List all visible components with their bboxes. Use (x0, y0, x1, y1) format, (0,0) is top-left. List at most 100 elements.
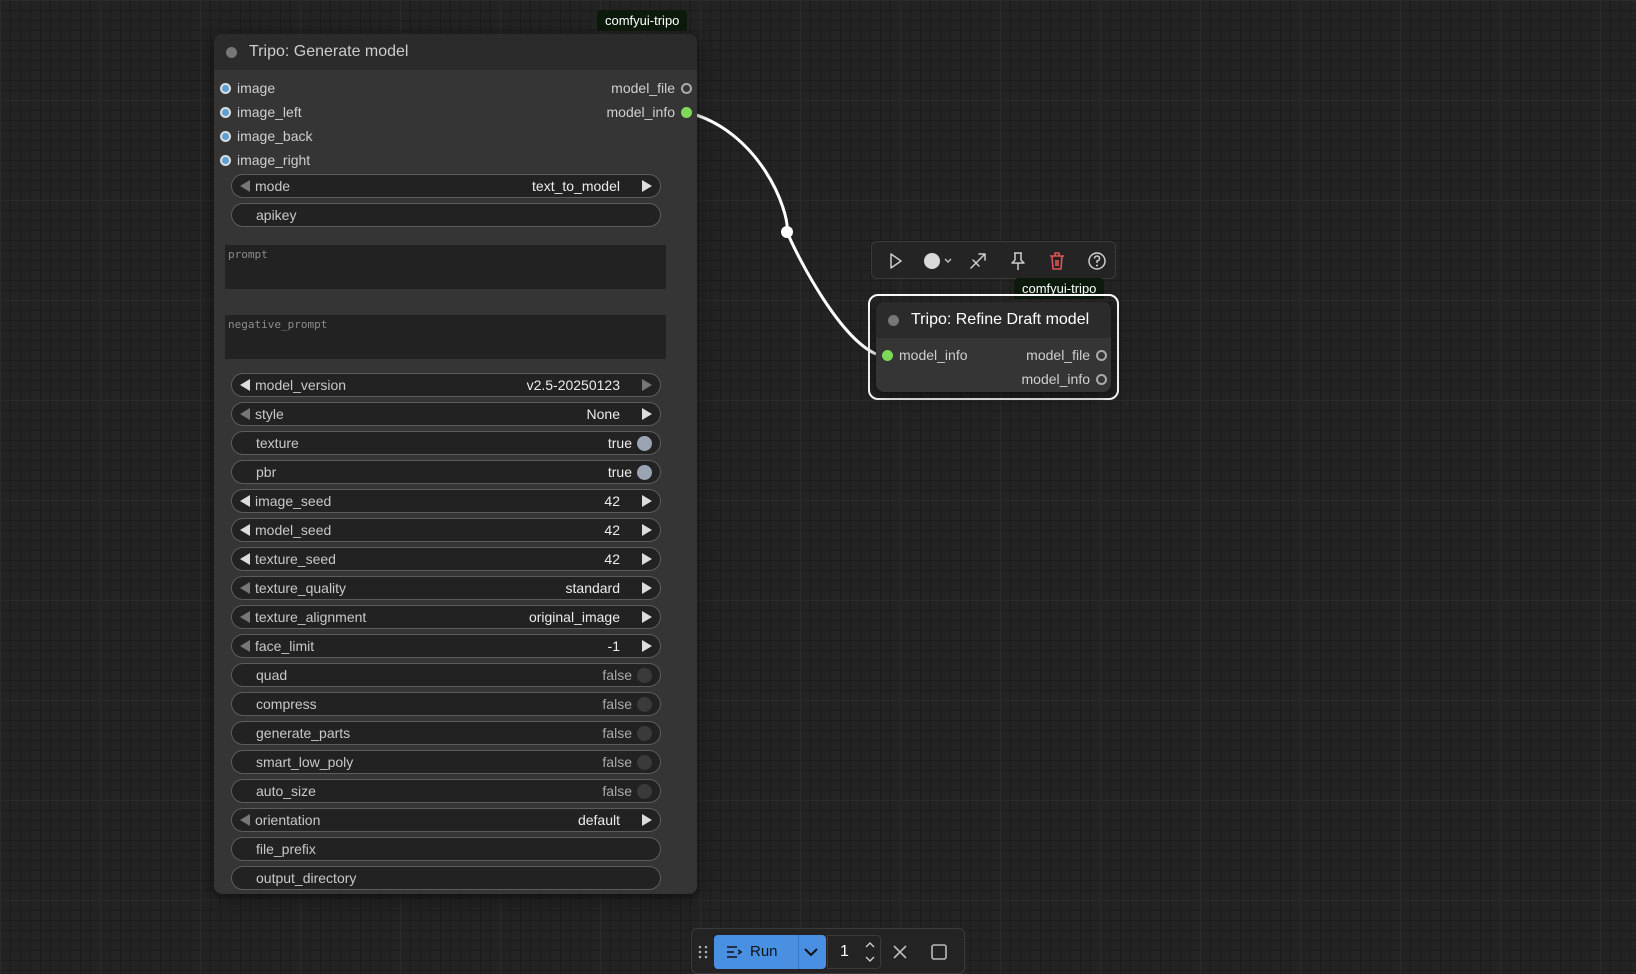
widget-pbr[interactable]: pbr true (231, 460, 661, 484)
link-midpoint[interactable] (781, 226, 793, 238)
decrement-arrow-icon[interactable] (240, 524, 250, 536)
node-title-bar[interactable]: Tripo: Generate model (214, 34, 697, 70)
node-tripo-generate-model[interactable]: Tripo: Generate model image image_left i… (214, 34, 697, 894)
decrement-arrow-icon[interactable] (240, 640, 250, 652)
negative-prompt-placeholder: negative_prompt (228, 318, 328, 331)
queue-count-input[interactable]: 1 (827, 935, 881, 969)
trash-icon[interactable] (1046, 250, 1068, 272)
decrement-arrow-icon[interactable] (240, 611, 250, 623)
widget-image-seed[interactable]: image_seed 42 (231, 489, 661, 513)
decrement-arrow-icon[interactable] (240, 408, 250, 420)
run-toolbar: Run 1 (691, 928, 965, 974)
widget-orientation[interactable]: orientation default (231, 808, 661, 832)
widget-label: smart_low_poly (256, 754, 354, 770)
widget-value: text_to_model (532, 178, 620, 194)
widget-apikey[interactable]: apikey (231, 203, 661, 227)
input-slot-icon[interactable] (220, 83, 231, 94)
decrement-arrow-icon[interactable] (240, 814, 250, 826)
widget-mode[interactable]: mode text_to_model (231, 174, 661, 198)
toggle-knob-icon[interactable] (637, 784, 652, 799)
increment-arrow-icon[interactable] (642, 553, 652, 565)
increment-arrow-icon[interactable] (642, 408, 652, 420)
widget-texture-quality[interactable]: texture_quality standard (231, 576, 661, 600)
chevron-down-small-icon[interactable] (864, 954, 876, 964)
decrement-arrow-icon[interactable] (240, 495, 250, 507)
widget-generate-parts[interactable]: generate_parts false (231, 721, 661, 745)
increment-arrow-icon[interactable] (642, 379, 652, 391)
widget-value: false (602, 783, 632, 799)
widget-output-directory[interactable]: output_directory (231, 866, 661, 890)
widget-compress[interactable]: compress false (231, 692, 661, 716)
widget-value: 42 (604, 551, 620, 567)
widget-texture-seed[interactable]: texture_seed 42 (231, 547, 661, 571)
widget-label: face_limit (255, 638, 315, 654)
play-icon[interactable] (884, 250, 906, 272)
color-circle-icon[interactable] (922, 250, 956, 272)
queue-icon (727, 946, 742, 958)
increment-arrow-icon[interactable] (642, 495, 652, 507)
widget-model-version[interactable]: model_version v2.5-20250123 (231, 373, 661, 397)
widget-auto-size[interactable]: auto_size false (231, 779, 661, 803)
increment-arrow-icon[interactable] (642, 640, 652, 652)
output-label: model_info (1021, 371, 1091, 387)
increment-arrow-icon[interactable] (642, 180, 652, 192)
output-model-file[interactable]: model_file (987, 346, 1107, 364)
collapse-dot[interactable] (226, 47, 237, 58)
decrement-arrow-icon[interactable] (240, 553, 250, 565)
prompt-textarea[interactable]: prompt (225, 245, 666, 289)
bypass-icon[interactable] (967, 250, 989, 272)
widget-label: texture (256, 435, 299, 451)
widget-file-prefix[interactable]: file_prefix (231, 837, 661, 861)
run-divider (798, 935, 799, 969)
widget-label: apikey (256, 207, 297, 223)
toggle-knob-icon[interactable] (637, 436, 652, 451)
widget-texture[interactable]: texture true (231, 431, 661, 455)
widget-label: style (255, 406, 284, 422)
increment-arrow-icon[interactable] (642, 582, 652, 594)
toggle-knob-icon[interactable] (637, 697, 652, 712)
input-slot-icon[interactable] (882, 350, 893, 361)
negative-prompt-textarea[interactable]: negative_prompt (225, 315, 666, 359)
output-model-info[interactable]: model_info (572, 103, 692, 121)
widget-value: -1 (607, 638, 620, 654)
collapse-dot[interactable] (888, 315, 899, 326)
input-slot-icon[interactable] (220, 155, 231, 166)
output-slot-icon[interactable] (1096, 350, 1107, 361)
stop-icon[interactable] (930, 943, 948, 961)
widget-quad[interactable]: quad false (231, 663, 661, 687)
toggle-knob-icon[interactable] (637, 755, 652, 770)
decrement-arrow-icon[interactable] (240, 180, 250, 192)
widget-texture-alignment[interactable]: texture_alignment original_image (231, 605, 661, 629)
close-icon[interactable] (891, 943, 909, 961)
run-button[interactable]: Run (714, 935, 826, 969)
help-icon[interactable] (1086, 250, 1108, 272)
output-model-file[interactable]: model_file (572, 79, 692, 97)
node-title-bar[interactable]: Tripo: Refine Draft model (876, 302, 1111, 338)
increment-arrow-icon[interactable] (642, 611, 652, 623)
output-slot-icon[interactable] (681, 107, 692, 118)
drag-handle-icon[interactable] (697, 944, 709, 960)
widget-label: compress (256, 696, 317, 712)
output-slot-icon[interactable] (1096, 374, 1107, 385)
toggle-knob-icon[interactable] (637, 668, 652, 683)
widget-style[interactable]: style None (231, 402, 661, 426)
widget-smart-low-poly[interactable]: smart_low_poly false (231, 750, 661, 774)
increment-arrow-icon[interactable] (642, 814, 652, 826)
toggle-knob-icon[interactable] (637, 465, 652, 480)
input-slot-icon[interactable] (220, 131, 231, 142)
widget-model-seed[interactable]: model_seed 42 (231, 518, 661, 542)
widget-value: None (586, 406, 620, 422)
node-tripo-refine-draft-model[interactable]: Tripo: Refine Draft model model_info mod… (876, 302, 1111, 392)
widget-label: orientation (255, 812, 321, 828)
chevron-up-icon[interactable] (864, 940, 876, 950)
pin-icon[interactable] (1007, 250, 1029, 272)
input-slot-icon[interactable] (220, 107, 231, 118)
toggle-knob-icon[interactable] (637, 726, 652, 741)
chevron-down-icon[interactable] (800, 945, 822, 959)
decrement-arrow-icon[interactable] (240, 582, 250, 594)
output-slot-icon[interactable] (681, 83, 692, 94)
decrement-arrow-icon[interactable] (240, 379, 250, 391)
widget-face-limit[interactable]: face_limit -1 (231, 634, 661, 658)
output-model-info[interactable]: model_info (987, 370, 1107, 388)
increment-arrow-icon[interactable] (642, 524, 652, 536)
